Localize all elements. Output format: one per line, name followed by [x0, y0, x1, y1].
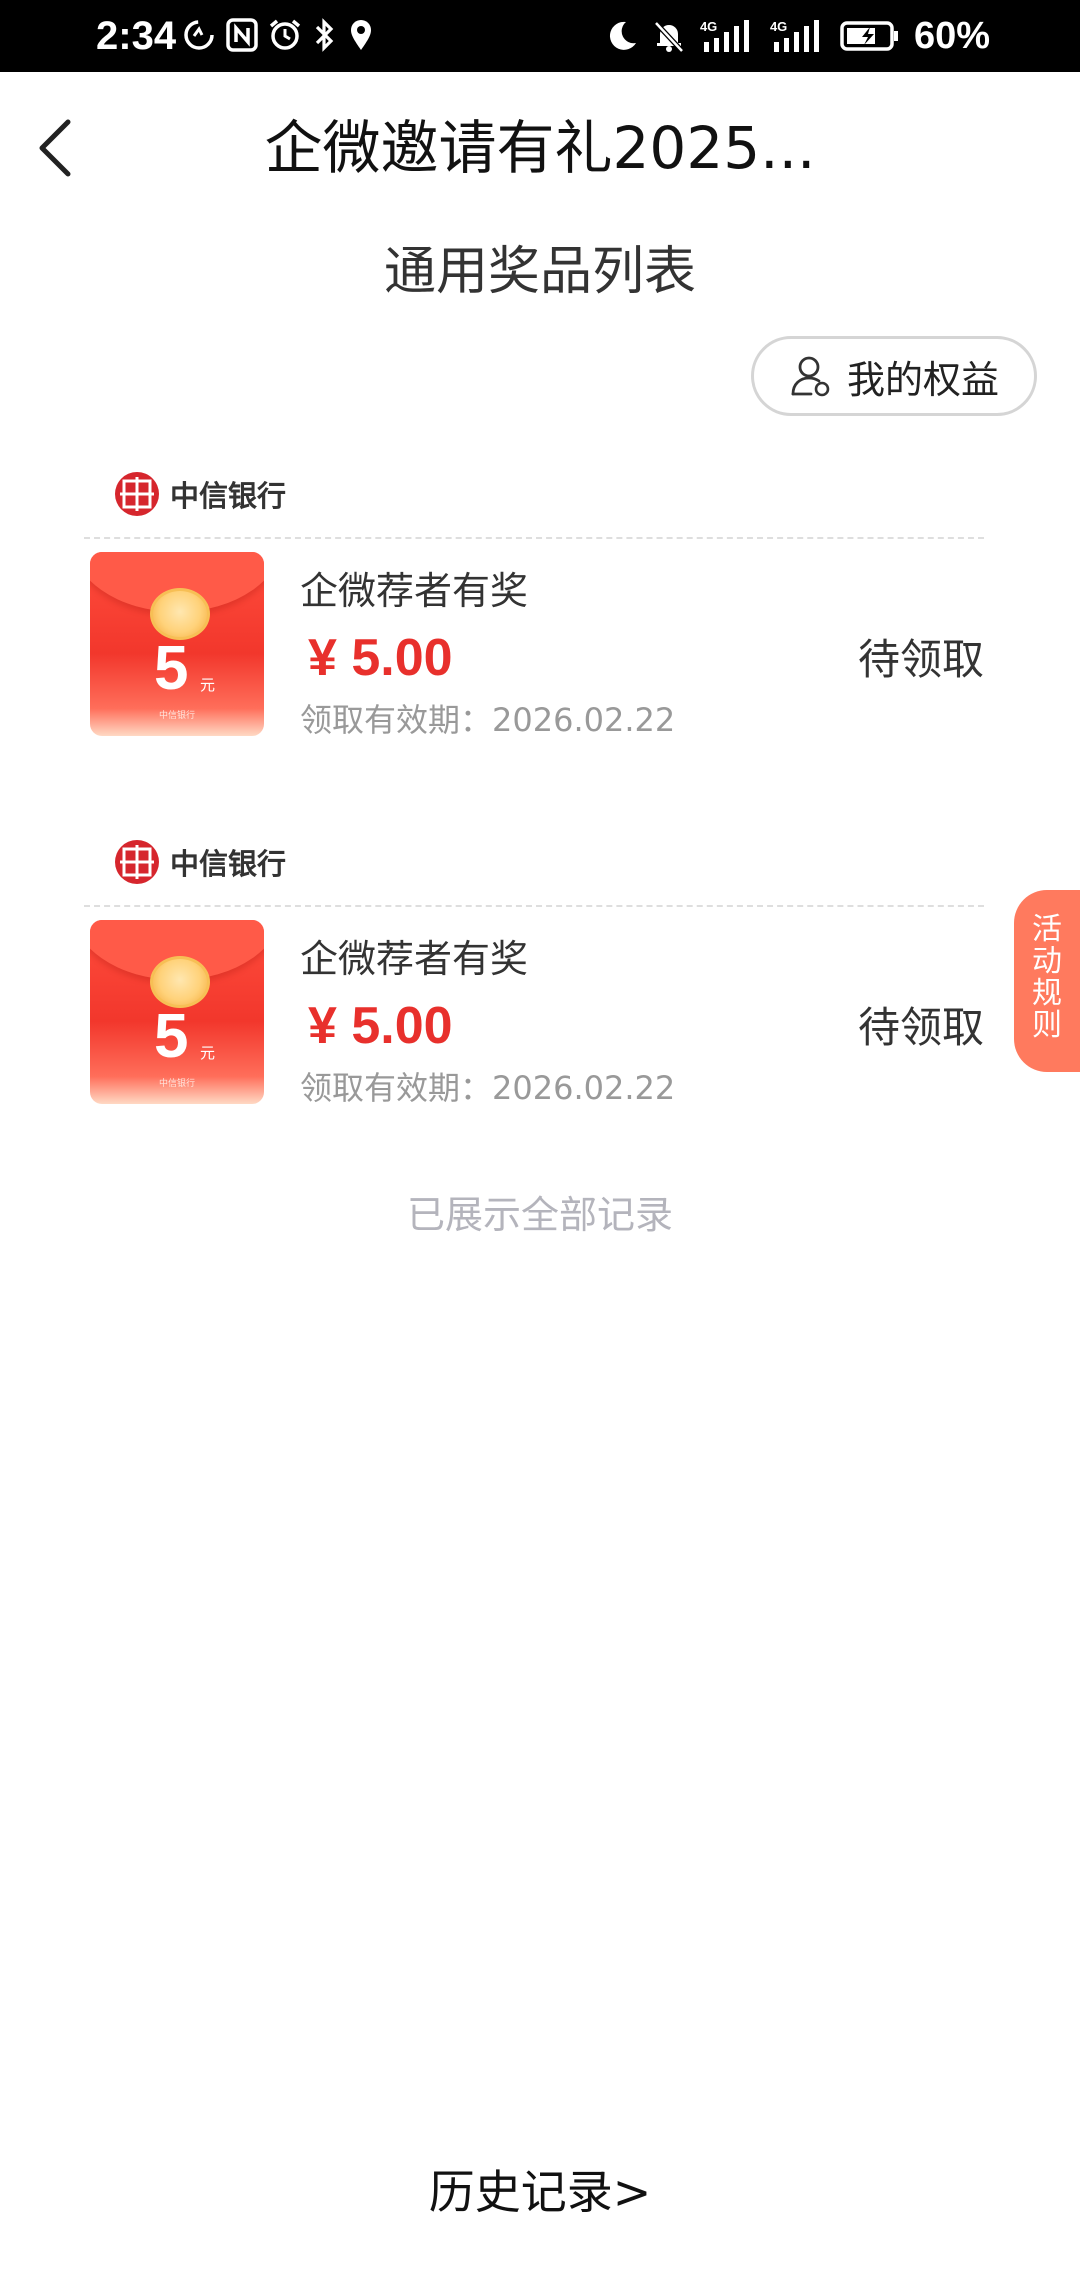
prize-price: ¥ 5.00	[308, 997, 453, 1055]
red-packet-unit: 元	[200, 676, 216, 694]
status-time: 2:34	[96, 14, 177, 58]
red-packet-fine-text: 中信银行	[158, 1079, 195, 1089]
status-bar: 2:34 4G 4G 60%	[0, 0, 1080, 72]
history-records-link[interactable]: 历史记录>	[0, 2162, 1080, 2222]
section-title: 通用奖品列表	[383, 242, 696, 302]
signal-group-1: 4G	[700, 18, 756, 54]
page-title: 企微邀请有礼2025...	[264, 114, 816, 182]
data-saver-icon	[184, 20, 214, 50]
card-divider	[84, 537, 984, 539]
bank-name: 中信银行	[170, 479, 287, 513]
claim-status-button[interactable]: 待领取	[858, 634, 984, 686]
all-records-shown-text: 已展示全部记录	[406, 1193, 673, 1237]
back-button[interactable]	[22, 108, 102, 188]
user-icon	[791, 356, 830, 397]
prize-card: 中信银行 5 元 中信银行 企微荐者有奖 ¥ 5.00 领取有效期：2026.0…	[84, 834, 984, 1134]
my-benefits-button[interactable]: 我的权益	[751, 336, 1037, 416]
signal-label-1: 4G	[699, 19, 718, 34]
chevron-left-icon	[39, 119, 71, 177]
my-benefits-label: 我的权益	[846, 357, 999, 402]
prize-validity: 领取有效期：2026.02.22	[300, 701, 676, 739]
nav-bar: 企微邀请有礼2025...	[0, 72, 1080, 224]
bank-name: 中信银行	[170, 847, 287, 881]
rules-tab-char: 则	[1032, 1008, 1062, 1043]
alarm-icon	[269, 19, 301, 50]
status-left-icons	[182, 18, 374, 52]
status-right: 4G 4G 60%	[606, 12, 990, 60]
coin-icon	[150, 588, 210, 640]
activity-rules-tab[interactable]: 活 动 规 则	[1014, 890, 1080, 1072]
mute-icon	[654, 21, 684, 53]
citic-logo-icon	[115, 472, 159, 516]
prize-validity: 领取有效期：2026.02.22	[300, 1069, 676, 1107]
battery-icon	[840, 21, 898, 51]
coin-icon	[150, 956, 210, 1008]
signal-group-2: 4G	[770, 18, 826, 54]
rules-tab-char: 活	[1032, 912, 1062, 947]
prize-name: 企微荐者有奖	[300, 937, 529, 981]
card-header: 中信银行	[114, 466, 286, 522]
nfc-icon	[226, 18, 258, 52]
card-header: 中信银行	[114, 834, 286, 890]
bluetooth-icon	[315, 18, 334, 52]
citic-logo-icon	[115, 840, 159, 884]
claim-status-button[interactable]: 待领取	[858, 1002, 984, 1054]
moon-icon	[609, 21, 636, 50]
location-icon	[351, 20, 371, 50]
rules-tab-char: 规	[1032, 976, 1062, 1011]
red-packet-unit: 元	[200, 1044, 216, 1062]
battery-percent: 60%	[913, 15, 990, 57]
red-packet-amount: 5	[154, 1002, 189, 1071]
red-packet-image: 5 元 中信银行	[90, 552, 264, 736]
card-divider	[84, 905, 984, 907]
signal-label-2: 4G	[769, 19, 788, 34]
red-packet-image: 5 元 中信银行	[90, 920, 264, 1104]
red-packet-amount: 5	[154, 634, 189, 703]
prize-name: 企微荐者有奖	[300, 569, 529, 613]
rules-tab-char: 动	[1032, 944, 1062, 979]
red-packet-fine-text: 中信银行	[158, 711, 195, 721]
prize-price: ¥ 5.00	[308, 629, 453, 687]
prize-card: 中信银行 5 元 中信银行 企微荐者有奖 ¥ 5.00 领取有效期：2026.0…	[84, 466, 984, 766]
